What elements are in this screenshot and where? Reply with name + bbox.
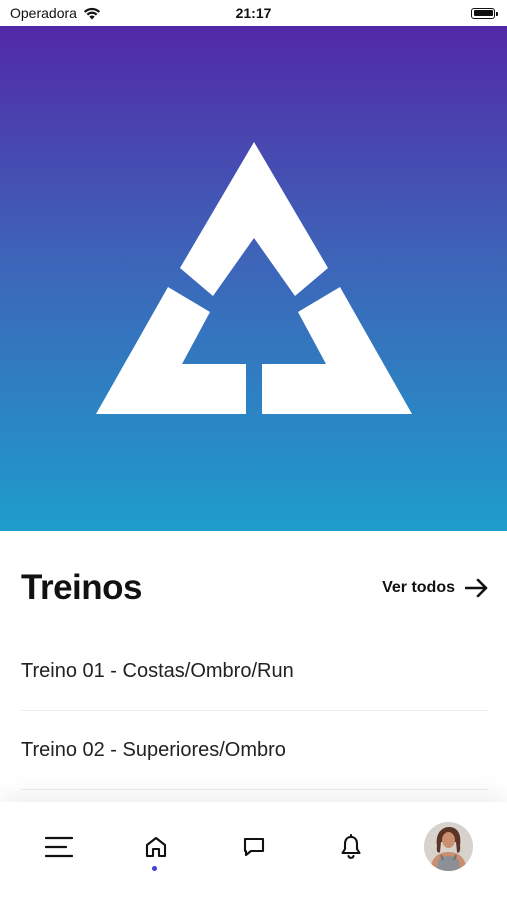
nav-menu-button[interactable] [34,822,84,872]
workout-item[interactable]: Treino 01 - Costas/Ombro/Run [21,632,488,711]
workout-item[interactable]: Treino 02 - Superiores/Ombro [21,711,488,790]
see-all-link[interactable]: Ver todos [382,578,489,598]
battery-icon [471,7,498,19]
see-all-label: Ver todos [382,579,455,596]
workout-label: Treino 02 - Superiores/Ombro [21,738,286,761]
nav-notifications-button[interactable] [326,822,376,872]
status-bar: Operadora 21:17 [0,0,507,26]
nav-chat-button[interactable] [229,822,279,872]
nav-home-button[interactable] [131,822,181,872]
screen: Operadora 21:17 Treinos Ver todos Treino… [0,0,507,900]
workouts-list: Treino 01 - Costas/Ombro/Run Treino 02 -… [21,632,488,790]
carrier-label: Operadora [10,5,77,21]
active-nav-indicator [152,866,157,871]
chat-icon [243,837,265,857]
workouts-section-header: Treinos Ver todos [21,560,489,616]
wifi-icon [83,7,101,19]
menu-icon [45,836,73,858]
status-left: Operadora [10,5,101,21]
bell-icon [341,834,361,859]
bottom-nav [0,802,507,900]
home-icon [145,836,167,858]
triangle-a-logo-icon [96,142,412,414]
arrow-right-icon [465,578,488,598]
avatar-icon [424,822,473,871]
workout-label: Treino 01 - Costas/Ombro/Run [21,659,294,682]
profile-avatar[interactable] [424,822,473,871]
hero-banner [0,26,507,531]
section-title: Treinos [21,568,142,607]
